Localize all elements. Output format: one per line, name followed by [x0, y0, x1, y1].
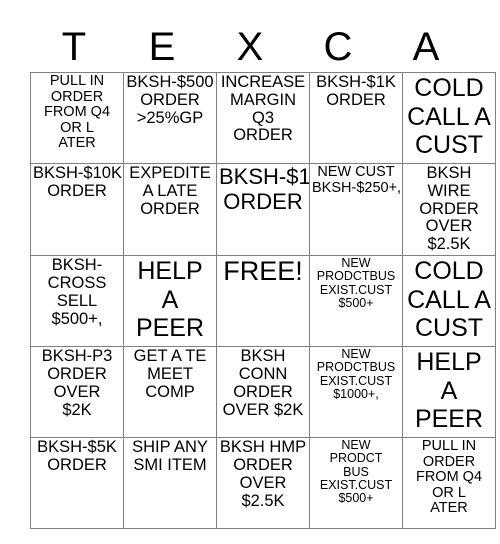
- bingo-cell[interactable]: NEW PRODCTBUS EXIST.CUST $500+: [309, 255, 403, 348]
- bingo-cell[interactable]: COLD CALL A CUST: [402, 72, 496, 164]
- bingo-row: BKSH-P3 ORDER OVER $2K GET A TE MEET COMP…: [30, 346, 496, 439]
- bingo-header-letter: C: [323, 25, 353, 69]
- bingo-cell-text: BKSH- CROSS SELL $500+,: [47, 256, 107, 328]
- bingo-row: BKSH- CROSS SELL $500+, HELP A PEER FREE! N…: [30, 255, 496, 348]
- bingo-cell-text: GET A TE MEET COMP: [133, 347, 207, 401]
- bingo-cell[interactable]: PULL IN ORDER FROM Q4 OR L ATER: [30, 72, 124, 164]
- bingo-cell[interactable]: BKSH CONN ORDER OVER $2K: [216, 346, 310, 439]
- bingo-cell-text: NEW PRODCTBUS EXIST.CUST $500+: [316, 256, 396, 310]
- bingo-cell[interactable]: BKSH-$1K ORDER: [216, 162, 310, 257]
- bingo-cell[interactable]: BKSH-$1K ORDER: [309, 72, 403, 164]
- bingo-cell[interactable]: EXPEDITE A LATE ORDER: [123, 162, 217, 257]
- bingo-header-letter: E: [148, 25, 176, 69]
- bingo-card: TEXCA PULL IN ORDER FROM Q4 OR L ATER BKS…: [0, 0, 500, 544]
- bingo-cell-text: NEW CUST BKSH-$250+,: [312, 164, 402, 196]
- bingo-cell[interactable]: BKSH HMP ORDER OVER $2.5K: [216, 437, 310, 530]
- bingo-cell[interactable]: BKSH- CROSS SELL $500+,: [30, 255, 124, 348]
- bingo-header-letter: X: [236, 25, 264, 69]
- bingo-row: BKSH-$5K ORDER SHIP ANY SMI ITEM BKSH HMP …: [30, 437, 496, 530]
- bingo-cell[interactable]: GET A TE MEET COMP: [123, 346, 217, 439]
- bingo-cell-text: COLD CALL A CUST: [407, 74, 491, 159]
- bingo-cell[interactable]: COLD CALL A CUST: [402, 255, 496, 348]
- bingo-cell[interactable]: BKSH-P3 ORDER OVER $2K: [30, 346, 124, 439]
- bingo-cell[interactable]: INCREASE MARGIN Q3 ORDER: [216, 72, 310, 164]
- bingo-cell[interactable]: NEW PRODCTBUS EXIST.CUST $1000+,: [309, 346, 403, 439]
- bingo-cell-text: BKSH-$500 ORDER >25%GP: [126, 73, 214, 127]
- bingo-row: PULL IN ORDER FROM Q4 OR L ATER BKSH-$500…: [30, 72, 496, 164]
- bingo-cell[interactable]: BKSH WIRE ORDER OVER $2.5K: [402, 162, 496, 257]
- bingo-cell-text: EXPEDITE A LATE ORDER: [129, 164, 211, 218]
- bingo-cell-text: NEW PRODCT BUS EXIST.CUST $500+: [319, 438, 393, 506]
- bingo-cell[interactable]: NEW CUST BKSH-$250+,: [309, 162, 403, 257]
- bingo-cell-text: INCREASE MARGIN Q3 ORDER: [220, 73, 306, 145]
- bingo-cell[interactable]: BKSH-$5K ORDER: [30, 437, 124, 530]
- bingo-cell[interactable]: HELP A PEER: [123, 255, 217, 348]
- bingo-cell-text: BKSH-P3 ORDER OVER $2K: [41, 347, 113, 419]
- bingo-cell-text: BKSH HMP ORDER OVER $2.5K: [219, 438, 307, 510]
- bingo-cell-text: HELP A PEER: [135, 257, 205, 343]
- bingo-cell-text: BKSH-$1K ORDER: [316, 73, 396, 109]
- bingo-cell-text: BKSH-$5K ORDER: [37, 438, 117, 474]
- bingo-cell-text: FREE!: [223, 256, 303, 287]
- bingo-cell[interactable]: SHIP ANY SMI ITEM: [123, 437, 217, 530]
- bingo-cell[interactable]: NEW PRODCT BUS EXIST.CUST $500+: [309, 437, 403, 530]
- bingo-cell-text: BKSH-$10K ORDER: [33, 164, 122, 200]
- bingo-cell[interactable]: PULL IN ORDER FROM Q4 OR L ATER: [402, 437, 496, 530]
- bingo-cell[interactable]: BKSH-$500 ORDER >25%GP: [123, 72, 217, 164]
- bingo-cell-text: PULL IN ORDER FROM Q4 OR L ATER: [415, 438, 483, 517]
- bingo-cell-text: SHIP ANY SMI ITEM: [132, 438, 208, 474]
- bingo-header-letters: TEXCA: [30, 0, 470, 72]
- bingo-cell-text: BKSH CONN ORDER OVER $2K: [222, 347, 304, 419]
- bingo-cell-text: BKSH WIRE ORDER OVER $2.5K: [419, 164, 479, 254]
- bingo-cell[interactable]: BKSH-$10K ORDER: [30, 162, 124, 257]
- bingo-cell-text: PULL IN ORDER FROM Q4 OR L ATER: [43, 73, 111, 151]
- bingo-row: BKSH-$10K ORDER EXPEDITE A LATE ORDER BKSH…: [30, 162, 496, 257]
- bingo-grid-body: PULL IN ORDER FROM Q4 OR L ATER BKSH-$500…: [30, 72, 496, 530]
- bingo-cell-text: NEW PRODCTBUS EXIST.CUST $1000+,: [316, 347, 396, 401]
- bingo-cell-text: COLD CALL A CUST: [407, 257, 491, 343]
- bingo-cell-text: HELP A PEER: [414, 348, 484, 434]
- bingo-grid: PULL IN ORDER FROM Q4 OR L ATER BKSH-$500…: [30, 72, 496, 530]
- bingo-header-letter: T: [61, 25, 87, 69]
- bingo-cell-text: BKSH-$1K ORDER: [219, 164, 310, 214]
- bingo-header-letter: A: [412, 25, 440, 69]
- bingo-cell-free[interactable]: FREE!: [216, 255, 310, 348]
- bingo-cell[interactable]: HELP A PEER: [402, 346, 496, 439]
